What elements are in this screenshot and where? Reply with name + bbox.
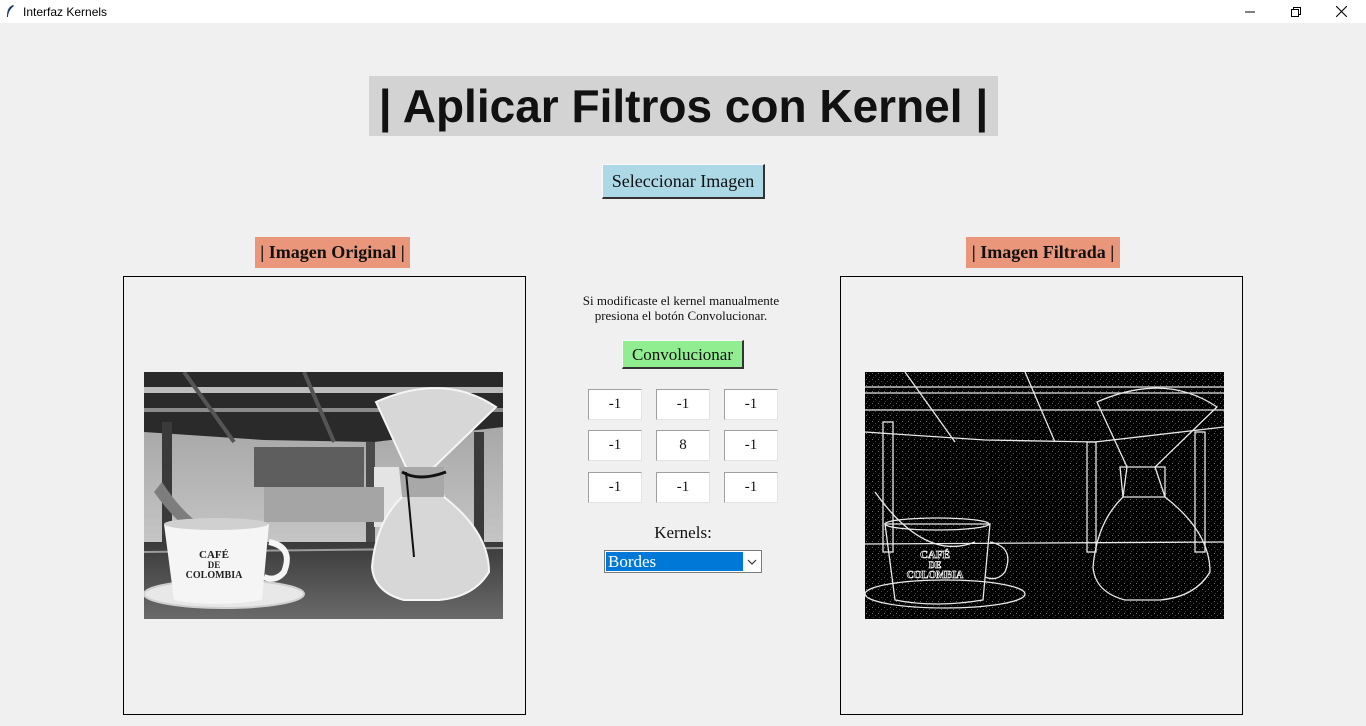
minimize-button[interactable] bbox=[1227, 0, 1273, 23]
minimize-icon bbox=[1245, 11, 1255, 12]
original-image-panel: CAFÉ DE COLOMBIA bbox=[123, 276, 526, 715]
close-icon bbox=[1335, 6, 1347, 17]
kernel-cell-2-0[interactable] bbox=[588, 472, 642, 503]
hint-line-2: presiona el botón Convolucionar. bbox=[594, 308, 768, 323]
kernel-cell-0-1[interactable] bbox=[656, 389, 710, 420]
svg-text:DE: DE bbox=[929, 560, 942, 570]
kernel-cell-1-2[interactable] bbox=[724, 430, 778, 461]
close-button[interactable] bbox=[1318, 0, 1364, 23]
window-title: Interfaz Kernels bbox=[23, 5, 108, 19]
kernel-cell-1-0[interactable] bbox=[588, 430, 642, 461]
chevron-down-icon bbox=[747, 559, 757, 565]
filtered-image-panel: CAFÉ DE COLOMBIA bbox=[840, 276, 1243, 715]
select-image-button[interactable]: Seleccionar Imagen bbox=[602, 164, 765, 199]
hint-line-1: Si modificaste el kernel manualmente bbox=[582, 293, 780, 308]
feather-icon bbox=[7, 5, 14, 17]
page-title: | Aplicar Filtros con Kernel | bbox=[369, 76, 998, 136]
kernel-cell-0-0[interactable] bbox=[588, 389, 642, 420]
svg-text:DE: DE bbox=[208, 560, 221, 570]
kernel-dropdown-value[interactable]: Bordes bbox=[606, 552, 743, 571]
svg-text:COLOMBIA: COLOMBIA bbox=[186, 570, 243, 581]
kernel-cell-1-1[interactable] bbox=[656, 430, 710, 461]
restore-button[interactable] bbox=[1273, 0, 1319, 23]
app-window: Interfaz Kernels | Aplicar Filtros con K… bbox=[0, 0, 1366, 726]
convolve-button[interactable]: Convolucionar bbox=[622, 340, 744, 369]
original-image: CAFÉ DE COLOMBIA bbox=[144, 372, 503, 619]
kernels-label: Kernels: bbox=[654, 523, 712, 542]
svg-text:COLOMBIA: COLOMBIA bbox=[907, 570, 964, 581]
filtered-image-label: | Imagen Filtrada | bbox=[966, 237, 1120, 268]
kernel-cell-2-1[interactable] bbox=[656, 472, 710, 503]
kernel-cell-0-2[interactable] bbox=[724, 389, 778, 420]
filtered-image: CAFÉ DE COLOMBIA bbox=[865, 372, 1224, 619]
dropdown-arrow-button[interactable] bbox=[743, 551, 761, 572]
convolve-hint: Si modificaste el kernel manualmente pre… bbox=[540, 293, 822, 323]
kernel-dropdown[interactable]: Bordes bbox=[604, 550, 762, 573]
kernel-cell-2-2[interactable] bbox=[724, 472, 778, 503]
window-titlebar[interactable]: Interfaz Kernels bbox=[0, 0, 1366, 23]
original-image-label: | Imagen Original | bbox=[255, 237, 410, 268]
restore-icon bbox=[1291, 6, 1301, 17]
